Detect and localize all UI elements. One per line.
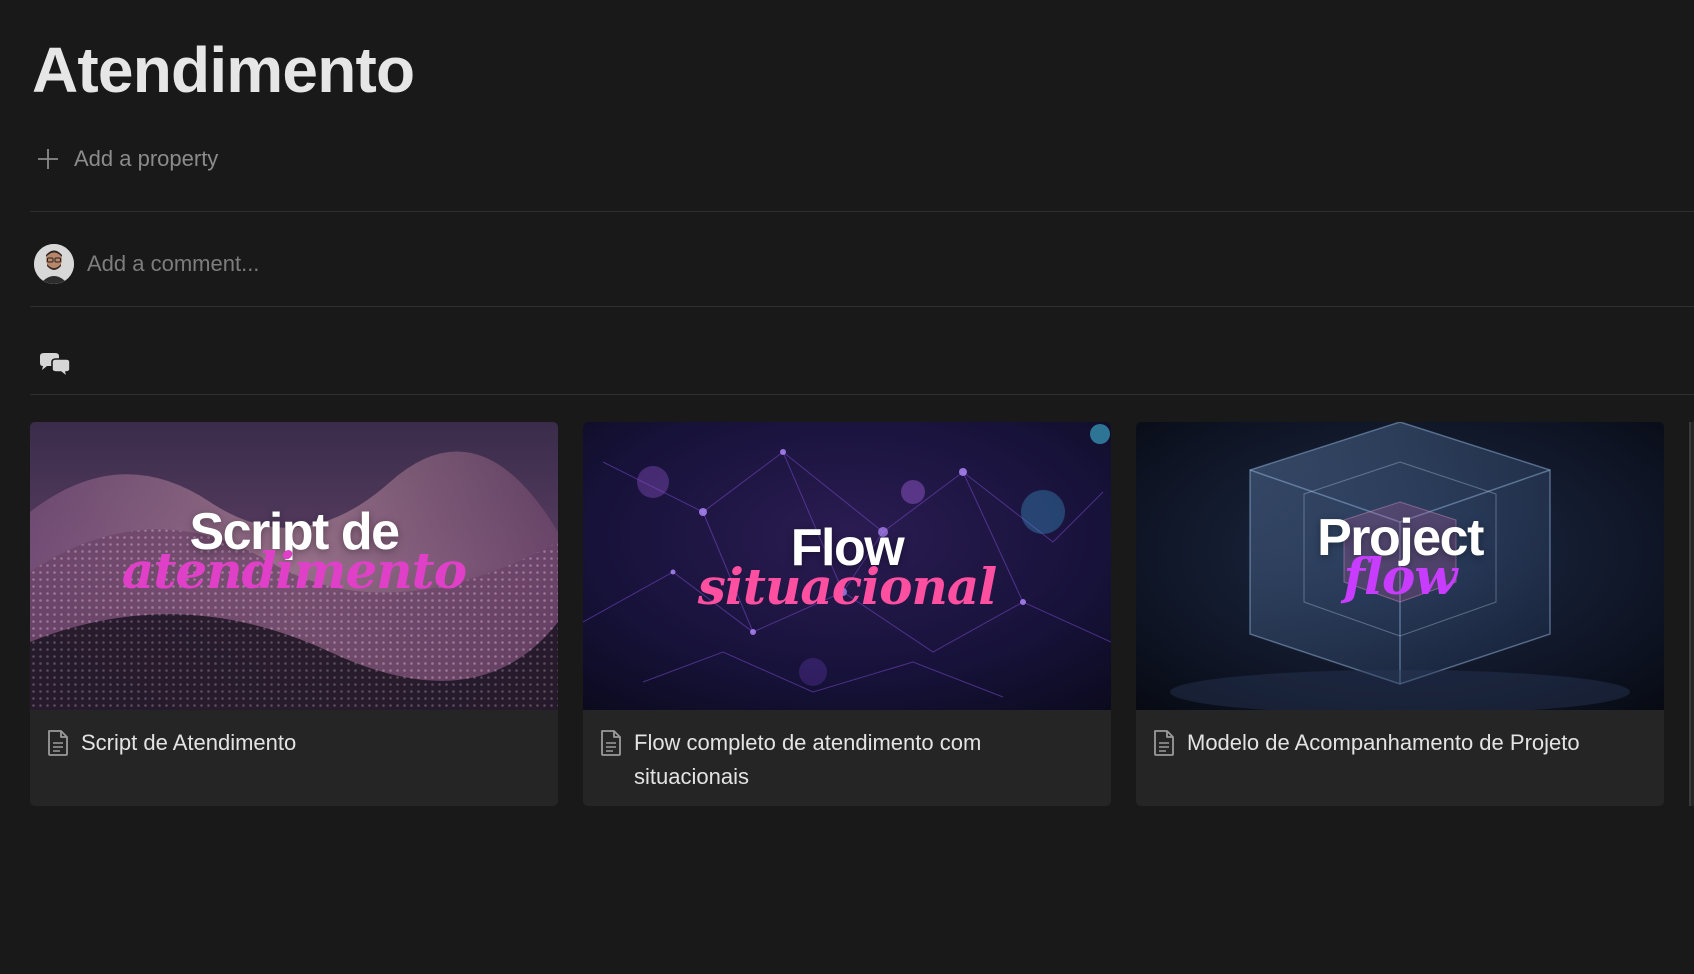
chat-bubbles-icon[interactable] [38,352,72,380]
user-avatar [34,244,74,284]
card-title: Script de Atendimento [81,730,297,755]
divider [30,394,1694,395]
gallery-view: Script de atendimento Script de Atendime… [30,422,1664,806]
gallery-card[interactable]: Project flow Modelo de Acompanhamento de… [1136,422,1664,806]
card-title: Modelo de Acompanhamento de Projeto [1187,730,1580,755]
page-title[interactable]: Atendimento [32,30,415,110]
divider [30,211,1694,212]
plus-icon [36,147,60,171]
gallery-card[interactable]: Script de atendimento Script de Atendime… [30,422,558,806]
document-icon [46,729,70,757]
card-body: Modelo de Acompanhamento de Projeto [1152,726,1648,760]
card-cover: Flow situacional [583,422,1111,710]
gallery-card[interactable]: Flow situacional Flow completo de atendi… [583,422,1111,806]
add-property-button[interactable]: Add a property [36,143,218,175]
cover-script-text: flow [1343,547,1458,606]
card-cover: Project flow [1136,422,1664,710]
card-cover: Script de atendimento [30,422,558,710]
cover-script-text: situacional [697,557,998,616]
cover-script-text: atendimento [121,541,467,600]
add-property-label: Add a property [74,146,219,171]
card-body: Script de Atendimento [46,726,542,760]
cover-text: Flow situacional [583,520,1111,612]
card-body: Flow completo de atendimento com situaci… [599,726,1095,794]
cover-text: Project flow [1136,510,1664,602]
divider [30,306,1694,307]
card-title: Flow completo de atendimento com situaci… [634,730,982,789]
gallery-card-partial[interactable] [1689,422,1694,806]
comment-input[interactable] [87,251,987,277]
notion-page: Atendimento Add a property Add a comment… [0,0,1694,974]
cover-text: Script de atendimento [30,504,558,596]
comment-row [34,244,987,284]
document-icon [1152,729,1176,757]
document-icon [599,729,623,757]
